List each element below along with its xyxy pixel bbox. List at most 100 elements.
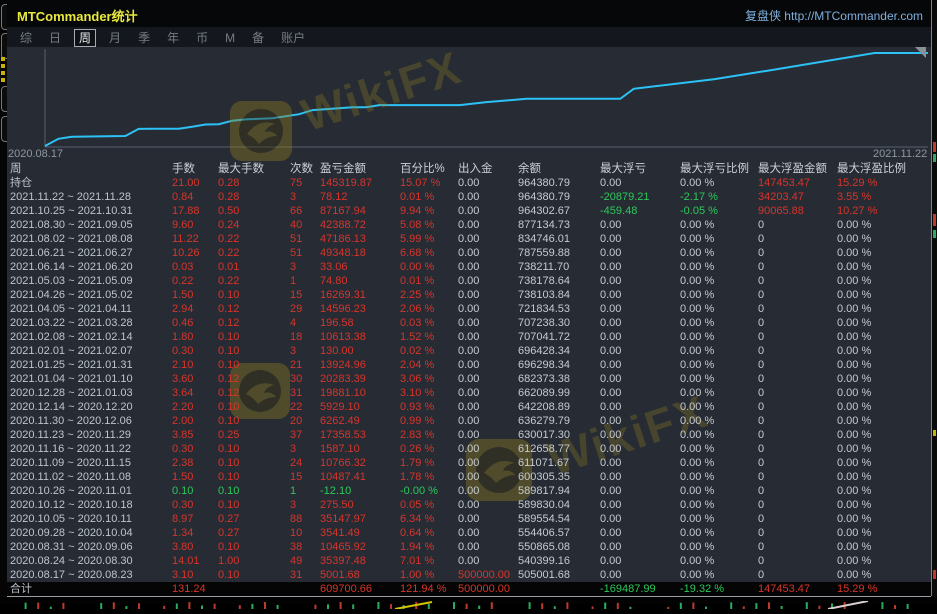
- table-row[interactable]: 2021.06.21 ~ 2021.06.2710.260.225149348.…: [7, 246, 931, 260]
- table-row[interactable]: 2021.04.26 ~ 2021.05.021.500.101516269.3…: [7, 288, 931, 302]
- row-label: 持仓: [10, 176, 172, 190]
- cell: 147453.47: [758, 582, 837, 596]
- menu-item-日[interactable]: 日: [45, 30, 65, 46]
- table-footer-row[interactable]: 合计131.24609700.66121.94 %500000.00-16948…: [7, 582, 931, 597]
- row-label: 2020.12.28 ~ 2021.01.03: [10, 386, 172, 400]
- table-row[interactable]: 2020.08.17 ~ 2020.08.233.100.10315001.68…: [7, 568, 931, 582]
- column-header: 最大浮盈比例: [837, 162, 931, 176]
- table-row[interactable]: 2021.04.05 ~ 2021.04.112.940.122914596.2…: [7, 302, 931, 316]
- cell: 3: [290, 498, 320, 512]
- cell: 0.00: [458, 358, 518, 372]
- table-row[interactable]: 2020.12.28 ~ 2021.01.033.640.123119881.1…: [7, 386, 931, 400]
- cell: 0.00: [600, 400, 680, 414]
- cell: 0.00 %: [680, 344, 758, 358]
- cell: 35147.97: [320, 512, 400, 526]
- row-label: 2020.08.31 ~ 2020.09.06: [10, 540, 172, 554]
- menu-item-月[interactable]: 月: [105, 30, 125, 46]
- row-label: 2021.03.22 ~ 2021.03.28: [10, 316, 172, 330]
- cell: 0.01 %: [400, 274, 458, 288]
- cell: 0.00: [600, 442, 680, 456]
- cell: 9.94 %: [400, 204, 458, 218]
- row-label: 2021.05.03 ~ 2021.05.09: [10, 274, 172, 288]
- table-row[interactable]: 2020.11.23 ~ 2020.11.293.850.253717358.5…: [7, 428, 931, 442]
- cell: 0.00: [600, 358, 680, 372]
- table-row[interactable]: 2020.11.16 ~ 2020.11.220.300.1031587.100…: [7, 442, 931, 456]
- cell: 0.10: [218, 470, 290, 484]
- table-row[interactable]: 2020.10.26 ~ 2020.11.010.100.101-12.10-0…: [7, 484, 931, 498]
- cell: 0.00 %: [680, 526, 758, 540]
- cell: 589830.04: [518, 498, 600, 512]
- cell: 0: [758, 568, 837, 582]
- cell: 0.00 %: [837, 288, 931, 302]
- cell: 5001.68: [320, 568, 400, 582]
- menu-item-币[interactable]: 币: [192, 30, 212, 46]
- cell: 0.00: [458, 414, 518, 428]
- cell: 0.00: [600, 414, 680, 428]
- cell: 0.10: [218, 456, 290, 470]
- brand-link[interactable]: 复盘侠 http://MTCommander.com: [745, 7, 923, 24]
- background-candle: [933, 570, 936, 579]
- cell: 0.00: [458, 302, 518, 316]
- menu-item-账户[interactable]: 账户: [277, 30, 309, 46]
- equity-line: [45, 53, 928, 146]
- cell: 2.94: [172, 302, 218, 316]
- table-row[interactable]: 2020.11.02 ~ 2020.11.081.500.101510487.4…: [7, 470, 931, 484]
- cell: 147453.47: [758, 176, 837, 190]
- cell: 0.10: [218, 568, 290, 582]
- cell: 74.80: [320, 274, 400, 288]
- table-row[interactable]: 2020.11.09 ~ 2020.11.152.380.102410766.3…: [7, 456, 931, 470]
- equity-chart: 2020.08.17 2021.11.22: [7, 47, 931, 162]
- table-row[interactable]: 2021.10.25 ~ 2021.10.3117.880.506687167.…: [7, 204, 931, 218]
- table-row[interactable]: 2020.10.12 ~ 2020.10.180.300.103275.500.…: [7, 498, 931, 512]
- table-row[interactable]: 2021.11.22 ~ 2021.11.280.840.28378.120.0…: [7, 190, 931, 204]
- background-bottom-strip: [0, 596, 937, 604]
- column-header: 次数: [290, 162, 320, 176]
- table-row[interactable]: 2020.11.30 ~ 2020.12.062.000.10206262.49…: [7, 414, 931, 428]
- cell: 0.00: [458, 554, 518, 568]
- cell: 6.68 %: [400, 246, 458, 260]
- cell: 3.10 %: [400, 386, 458, 400]
- table-row[interactable]: 2020.12.14 ~ 2020.12.202.200.10225929.10…: [7, 400, 931, 414]
- cell: 31: [290, 386, 320, 400]
- menu-item-年[interactable]: 年: [163, 30, 183, 46]
- cell: 636279.79: [518, 414, 600, 428]
- cell: 8.97: [172, 512, 218, 526]
- cell: 642208.89: [518, 400, 600, 414]
- menu-item-季[interactable]: 季: [134, 30, 154, 46]
- table-row[interactable]: 2021.08.30 ~ 2021.09.059.600.244042388.7…: [7, 218, 931, 232]
- row-label: 2021.08.30 ~ 2021.09.05: [10, 218, 172, 232]
- table-row[interactable]: 2021.03.22 ~ 2021.03.280.460.124196.580.…: [7, 316, 931, 330]
- table-row[interactable]: 2021.02.01 ~ 2021.02.070.300.103130.000.…: [7, 344, 931, 358]
- table-row[interactable]: 持仓21.000.2875145319.8715.07 %0.00964380.…: [7, 176, 931, 190]
- menu-item-综[interactable]: 综: [16, 30, 36, 46]
- cell: 1: [290, 484, 320, 498]
- cell: 611071.67: [518, 456, 600, 470]
- cell: 0.00 %: [837, 302, 931, 316]
- table-row[interactable]: 2021.01.04 ~ 2021.01.103.600.123020283.3…: [7, 372, 931, 386]
- resize-grip-icon[interactable]: [915, 47, 926, 58]
- table-row[interactable]: 2020.08.31 ~ 2020.09.063.800.103810465.9…: [7, 540, 931, 554]
- cell: 131.24: [172, 582, 218, 596]
- cell: 0.00 %: [837, 484, 931, 498]
- table-row[interactable]: 2020.10.05 ~ 2020.10.118.970.278835147.9…: [7, 512, 931, 526]
- table-row[interactable]: 2021.08.02 ~ 2021.08.0811.220.225147186.…: [7, 232, 931, 246]
- cell: 0: [758, 442, 837, 456]
- cell: 0.10: [218, 358, 290, 372]
- cell: 0.00: [600, 554, 680, 568]
- cell: 0: [758, 288, 837, 302]
- cell: 877134.73: [518, 218, 600, 232]
- cell: -169487.99: [600, 582, 680, 596]
- table-row[interactable]: 2021.02.08 ~ 2021.02.141.800.101810613.3…: [7, 330, 931, 344]
- cell: 0.10: [172, 484, 218, 498]
- table-row[interactable]: 2021.01.25 ~ 2021.01.312.100.102113924.9…: [7, 358, 931, 372]
- cell: 550865.08: [518, 540, 600, 554]
- table-row[interactable]: 2021.06.14 ~ 2021.06.200.030.01333.060.0…: [7, 260, 931, 274]
- table-row[interactable]: 2020.09.28 ~ 2020.10.041.340.27103541.49…: [7, 526, 931, 540]
- menu-item-备[interactable]: 备: [248, 30, 268, 46]
- menu-item-周[interactable]: 周: [74, 29, 96, 47]
- table-row[interactable]: 2021.05.03 ~ 2021.05.090.220.22174.800.0…: [7, 274, 931, 288]
- cell: 0.28: [218, 176, 290, 190]
- table-row[interactable]: 2020.08.24 ~ 2020.08.3014.011.004935397.…: [7, 554, 931, 568]
- menu-item-M[interactable]: M: [221, 30, 239, 46]
- cell: 0.00 %: [837, 344, 931, 358]
